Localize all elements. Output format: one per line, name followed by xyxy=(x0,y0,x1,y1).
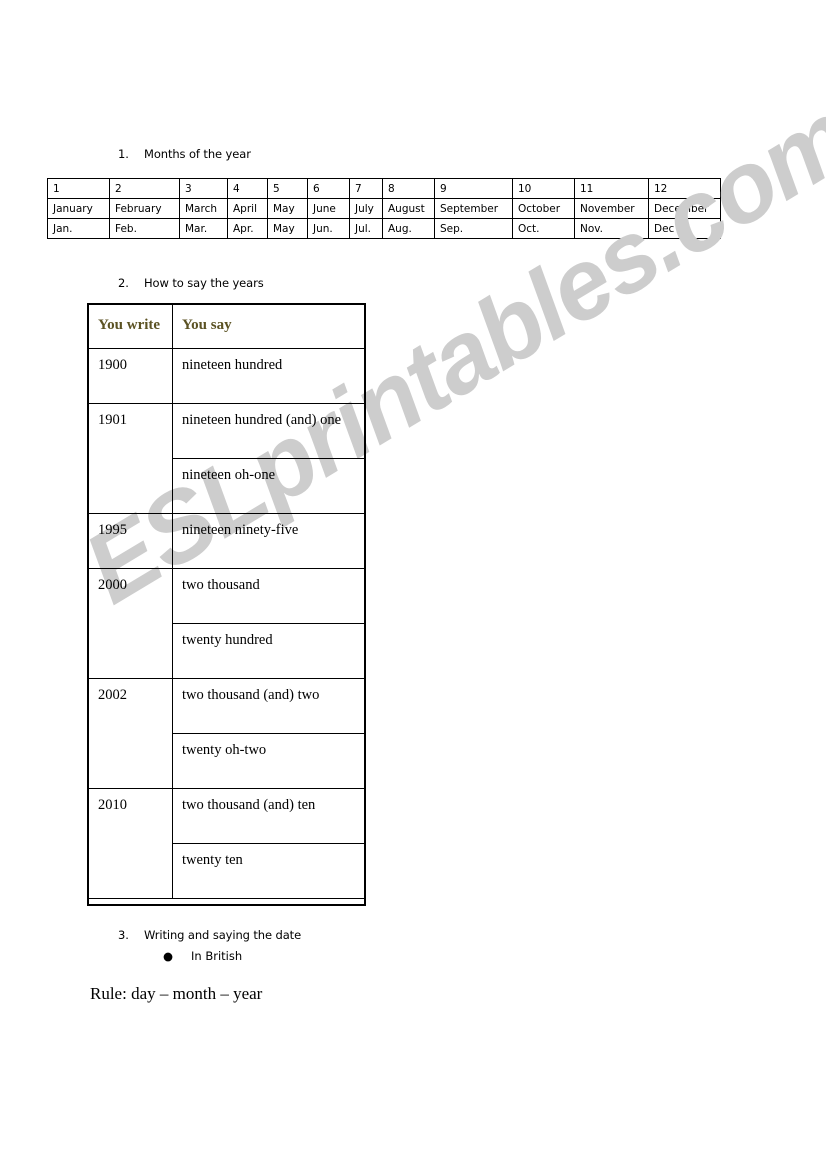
year-spoken-2002-1: two thousand (and) two xyxy=(172,678,366,734)
section-3-bullet-item: ● In British xyxy=(163,949,242,963)
month-full-4: April xyxy=(227,198,268,219)
year-written-2000: 2000 xyxy=(88,568,173,679)
years-table-row: 2000 two thousand xyxy=(88,568,366,679)
section-2-number: 2. xyxy=(118,276,129,290)
years-table-row: 1995 nineteen ninety-five xyxy=(88,513,366,569)
months-table-row: January February March April May June July Augu… xyxy=(47,198,721,219)
year-spoken-1901-1: nineteen hundred (and) one xyxy=(172,403,366,459)
month-number-2: 2 xyxy=(109,178,180,199)
month-abbrev-2: Feb. xyxy=(109,218,180,239)
month-abbrev-5: May xyxy=(267,218,308,239)
years-table-row: 2010 two thousand (and) ten xyxy=(88,788,366,899)
year-written-2002: 2002 xyxy=(88,678,173,789)
month-number-12: 12 xyxy=(648,178,721,199)
months-table: 1 2 3 4 5 6 7 8 9 10 11 12 January February March April… xyxy=(47,178,721,239)
section-2-title: How to say the years xyxy=(144,276,264,290)
month-full-9: September xyxy=(434,198,513,219)
section-3-title: Writing and saying the date xyxy=(144,928,302,942)
months-table-row: 1 2 3 4 5 6 7 8 9 10 11 12 xyxy=(47,178,721,199)
years-header-you-write: You write xyxy=(88,304,173,349)
month-number-1: 1 xyxy=(47,178,110,199)
month-full-6: June xyxy=(307,198,350,219)
years-table-row: 2002 two thousand (and) two xyxy=(88,678,366,789)
year-spoken-2010-1: two thousand (and) ten xyxy=(172,788,366,844)
bullet-icon: ● xyxy=(163,949,174,963)
year-written-2010: 2010 xyxy=(88,788,173,899)
month-abbrev-4: Apr. xyxy=(227,218,268,239)
month-number-4: 4 xyxy=(227,178,268,199)
month-number-5: 5 xyxy=(267,178,308,199)
year-spoken-1900-1: nineteen hundred xyxy=(172,348,366,404)
year-spoken-1995-1: nineteen ninety-five xyxy=(172,513,366,569)
month-number-9: 9 xyxy=(434,178,513,199)
month-number-3: 3 xyxy=(179,178,228,199)
month-abbrev-11: Nov. xyxy=(574,218,649,239)
month-full-11: November xyxy=(574,198,649,219)
bullet-label: In British xyxy=(191,949,243,963)
month-abbrev-1: Jan. xyxy=(47,218,110,239)
month-abbrev-12: Dec xyxy=(648,218,721,239)
year-written-1995: 1995 xyxy=(88,513,173,569)
month-number-8: 8 xyxy=(382,178,435,199)
month-abbrev-9: Sep. xyxy=(434,218,513,239)
month-abbrev-6: Jun. xyxy=(307,218,350,239)
section-2-heading: 2. How to say the years xyxy=(118,276,264,290)
month-number-11: 11 xyxy=(574,178,649,199)
month-full-7: July xyxy=(349,198,383,219)
year-spoken-2010-2: twenty ten xyxy=(172,843,366,899)
section-3-heading: 3. Writing and saying the date xyxy=(118,928,301,942)
rule-text: Rule: day – month – year xyxy=(90,984,263,1003)
month-full-5: May xyxy=(267,198,308,219)
section-1-title: Months of the year xyxy=(144,147,251,161)
year-written-1901: 1901 xyxy=(88,403,173,514)
month-abbrev-3: Mar. xyxy=(179,218,228,239)
section-1-number: 1. xyxy=(118,147,129,161)
worksheet-page: ESLprintables.com 1. Months of the year 1… xyxy=(0,0,826,1169)
section-1-heading: 1. Months of the year xyxy=(118,147,251,161)
month-full-3: March xyxy=(179,198,228,219)
month-abbrev-10: Oct. xyxy=(512,218,575,239)
years-header-you-say: You say xyxy=(172,304,366,349)
month-full-10: October xyxy=(512,198,575,219)
year-spoken-2002-2: twenty oh-two xyxy=(172,733,366,789)
year-written-1900: 1900 xyxy=(88,348,173,404)
month-number-7: 7 xyxy=(349,178,383,199)
years-table: You write You say 1900 nineteen hundred 19… xyxy=(88,304,366,899)
month-full-12: December xyxy=(648,198,721,219)
month-number-6: 6 xyxy=(307,178,350,199)
month-abbrev-7: Jul. xyxy=(349,218,383,239)
section-3-number: 3. xyxy=(118,928,129,942)
months-table-row: Jan. Feb. Mar. Apr. May Jun. Jul. Aug. Sep. Oct. N… xyxy=(47,218,721,239)
years-table-row: 1900 nineteen hundred xyxy=(88,348,366,404)
month-full-1: January xyxy=(47,198,110,219)
year-spoken-2000-2: twenty hundred xyxy=(172,623,366,679)
month-abbrev-8: Aug. xyxy=(382,218,435,239)
month-full-2: February xyxy=(109,198,180,219)
years-table-row: 1901 nineteen hundred (and) one xyxy=(88,403,366,514)
month-full-8: August xyxy=(382,198,435,219)
month-number-10: 10 xyxy=(512,178,575,199)
years-table-header-row: You write You say xyxy=(88,304,366,349)
year-spoken-2000-1: two thousand xyxy=(172,568,366,624)
year-spoken-1901-2: nineteen oh-one xyxy=(172,458,366,514)
